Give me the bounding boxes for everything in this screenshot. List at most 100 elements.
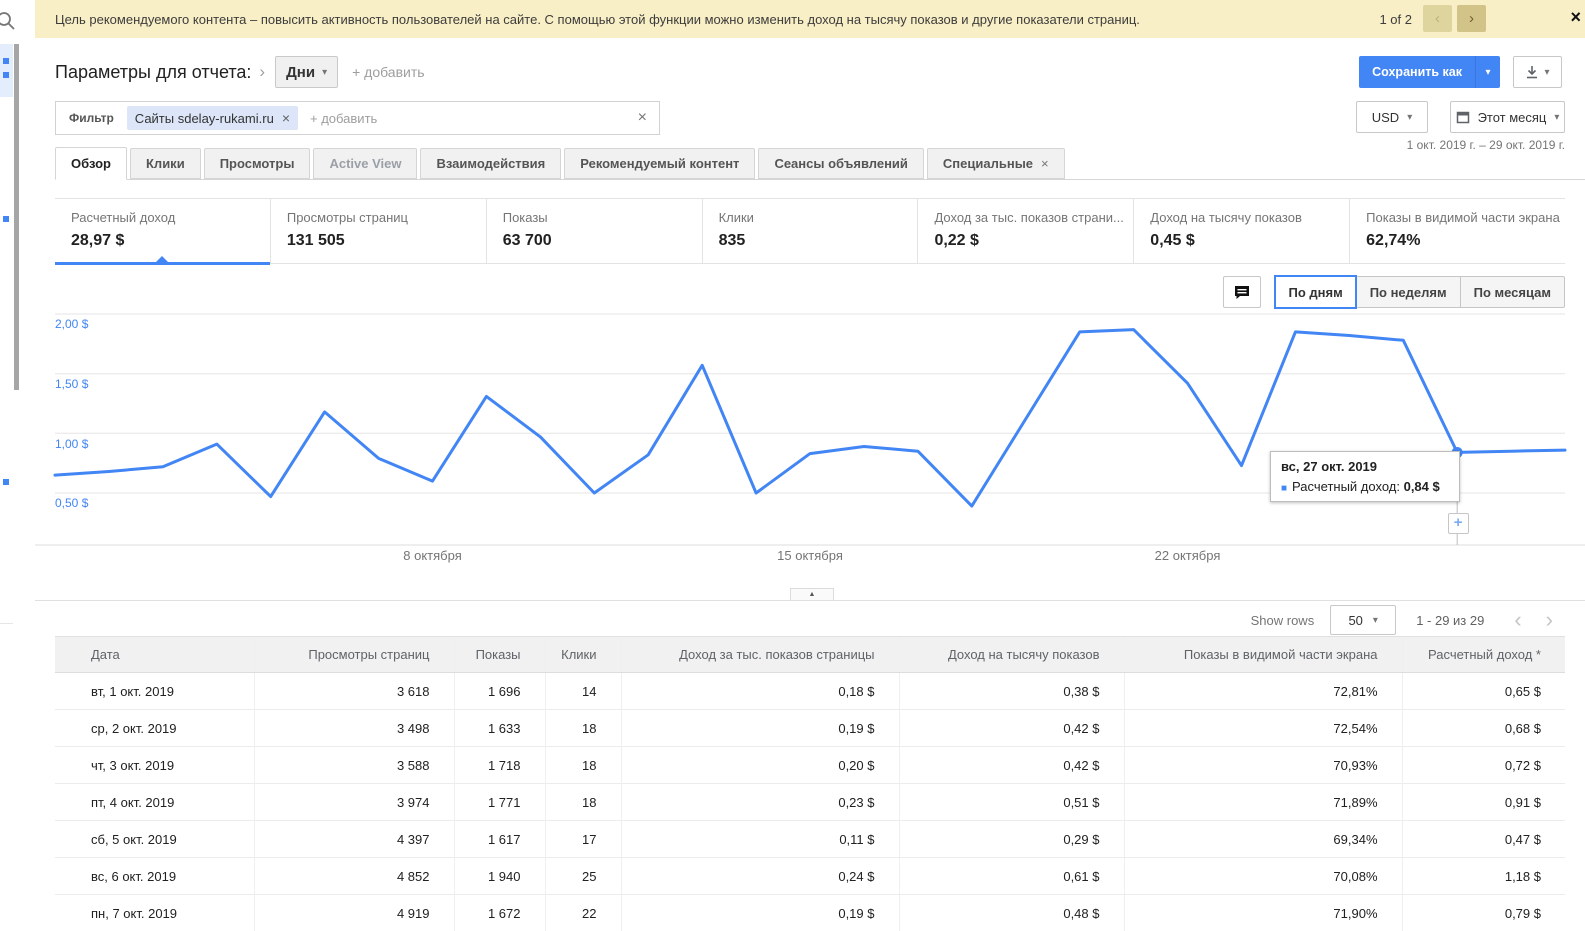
download-button[interactable]: ▾ xyxy=(1513,56,1562,88)
page-prev-button[interactable]: ‹ xyxy=(1502,608,1533,632)
pagination-range-label: 1 - 29 из 29 xyxy=(1416,613,1484,628)
card-impressions[interactable]: Показы63 700 xyxy=(487,199,703,263)
currency-dropdown[interactable]: USD ▾ xyxy=(1356,101,1428,133)
column-header[interactable]: Доход за тыс. показов страницы xyxy=(621,637,899,673)
left-panel-item[interactable] xyxy=(0,517,13,571)
add-dimension-link[interactable]: + добавить xyxy=(352,64,424,80)
promo-banner: Цель рекомендуемого контента – повысить … xyxy=(35,0,1585,38)
left-panel-item[interactable] xyxy=(0,97,13,151)
report-content: Параметры для отчета: › Дни ▾ + добавить… xyxy=(35,38,1585,903)
card-viewability[interactable]: Показы в видимой части экрана62,74% xyxy=(1350,199,1565,263)
left-panel-item[interactable] xyxy=(0,254,13,308)
date-range-dropdown[interactable]: Этот месяц ▾ xyxy=(1450,101,1565,133)
tab-bar: Обзор Клики Просмотры Active ViewВзаимодейс… xyxy=(55,148,1585,180)
page-next-button[interactable]: › xyxy=(1534,608,1565,632)
column-header[interactable]: Просмотры страниц xyxy=(254,637,454,673)
cell: 18 xyxy=(545,784,621,821)
promo-next-button[interactable]: › xyxy=(1457,5,1486,32)
column-header[interactable]: Показы в видимой части экрана xyxy=(1124,637,1402,673)
tab-label: Сеансы объявлений xyxy=(774,149,907,178)
left-panel-item[interactable] xyxy=(0,44,13,98)
dimension-label: Дни xyxy=(286,64,315,81)
metric-label: Доход за тыс. показов страни... xyxy=(934,210,1133,225)
granularity-by-week-button[interactable]: По неделям xyxy=(1356,276,1461,308)
cell: 0,19 $ xyxy=(621,895,899,931)
chip-close-icon[interactable]: × xyxy=(282,110,290,126)
filter-bar[interactable]: Фильтр Сайты sdelay-rukami.ru × + добави… xyxy=(55,101,660,135)
cell: 4 919 xyxy=(254,895,454,931)
tab-ad-sessions[interactable]: Сеансы объявлений xyxy=(758,148,923,179)
tab-views[interactable]: Просмотры xyxy=(204,148,311,179)
search-icon[interactable] xyxy=(0,10,17,32)
tooltip-metric-label: Расчетный доход: xyxy=(1292,479,1400,494)
left-panel-item[interactable] xyxy=(0,465,13,519)
column-header[interactable]: Клики xyxy=(545,637,621,673)
left-panel-item[interactable] xyxy=(0,412,13,466)
cell: 25 xyxy=(545,858,621,895)
left-panel-item[interactable] xyxy=(0,149,13,203)
tab-recommended-content[interactable]: Рекомендуемый контент xyxy=(564,148,755,179)
tab-label: Просмотры xyxy=(220,149,295,178)
promo-prev-button[interactable]: ‹ xyxy=(1423,5,1452,32)
cell: 0,65 $ xyxy=(1402,673,1565,710)
left-panel-item[interactable] xyxy=(0,202,13,256)
promo-close-icon[interactable]: × xyxy=(1570,8,1581,26)
left-panel-item[interactable] xyxy=(0,360,13,414)
tab-interactions[interactable]: Взаимодействия xyxy=(420,148,561,179)
annotations-button[interactable] xyxy=(1223,276,1261,308)
filter-clear-icon[interactable]: × xyxy=(626,109,659,127)
column-header[interactable]: Показы xyxy=(454,637,545,673)
metric-label: Просмотры страниц xyxy=(287,210,486,225)
add-annotation-button[interactable]: + xyxy=(1448,513,1469,534)
left-panel-item[interactable] xyxy=(0,307,13,361)
tooltip-value: 0,84 $ xyxy=(1404,479,1440,494)
rows-per-page-dropdown[interactable]: 50 ▾ xyxy=(1330,605,1396,635)
cell: 0,51 $ xyxy=(899,784,1124,821)
selected-metric-caret xyxy=(156,256,168,262)
save-as-menu-button[interactable]: ▾ xyxy=(1475,56,1500,88)
granularity-by-month-button[interactable]: По месяцам xyxy=(1460,276,1565,308)
card-page-rpm[interactable]: Доход за тыс. показов страни...0,22 $ xyxy=(918,199,1134,263)
card-page-views[interactable]: Просмотры страниц131 505 xyxy=(271,199,487,263)
tab-custom[interactable]: Специальные× xyxy=(927,148,1065,179)
card-impression-rpm[interactable]: Доход на тысячу показов0,45 $ xyxy=(1134,199,1350,263)
left-panel-item[interactable] xyxy=(0,570,13,624)
tab-label: Клики xyxy=(146,149,185,178)
tab-overview[interactable]: Обзор xyxy=(55,147,127,180)
comment-icon xyxy=(1234,285,1250,300)
column-header[interactable]: Доход на тысячу показов xyxy=(899,637,1124,673)
cell: 72,81% xyxy=(1124,673,1402,710)
cell: 3 618 xyxy=(254,673,454,710)
cell: 18 xyxy=(545,747,621,784)
dimension-dropdown[interactable]: Дни ▾ xyxy=(275,56,338,88)
card-estimated-revenue[interactable]: Расчетный доход28,97 $ xyxy=(55,199,271,263)
cell: 18 xyxy=(545,710,621,747)
tab-close-icon[interactable]: × xyxy=(1041,149,1049,178)
column-header[interactable]: Дата xyxy=(55,637,254,673)
filter-chip-sites[interactable]: Сайты sdelay-rukami.ru × xyxy=(127,106,298,130)
cell: 0,20 $ xyxy=(621,747,899,784)
cell: 22 xyxy=(545,895,621,931)
cell: 0,61 $ xyxy=(899,858,1124,895)
cell: 1 617 xyxy=(454,821,545,858)
tab-clicks[interactable]: Клики xyxy=(130,148,201,179)
metric-value: 62,74% xyxy=(1366,232,1565,250)
range-controls: USD ▾ Этот месяц ▾ xyxy=(1356,101,1565,133)
save-as-button[interactable]: Сохранить как ▾ xyxy=(1359,56,1500,88)
cell: 0,42 $ xyxy=(899,710,1124,747)
left-panel-scrollbar[interactable] xyxy=(14,44,19,390)
table-section: Show rows 50 ▾ 1 - 29 из 29 ‹ › ДатаПрос… xyxy=(35,600,1585,903)
card-clicks[interactable]: Клики835 xyxy=(703,199,919,263)
cell: 72,54% xyxy=(1124,710,1402,747)
granularity-by-day-button[interactable]: По дням xyxy=(1274,275,1356,309)
column-header[interactable]: Расчетный доход * xyxy=(1402,637,1565,673)
filter-add-input[interactable]: + добавить xyxy=(310,111,626,126)
metric-label: Доход на тысячу показов xyxy=(1150,210,1349,225)
tab-active-view[interactable]: Active View xyxy=(313,148,417,179)
cell: пн, 7 окт. 2019 xyxy=(55,895,254,931)
x-tick-label: 8 октября xyxy=(403,548,461,563)
cell: 70,93% xyxy=(1124,747,1402,784)
tab-label: Рекомендуемый контент xyxy=(580,149,739,178)
y-tick-label: 2,00 $ xyxy=(55,317,88,331)
cell: 14 xyxy=(545,673,621,710)
